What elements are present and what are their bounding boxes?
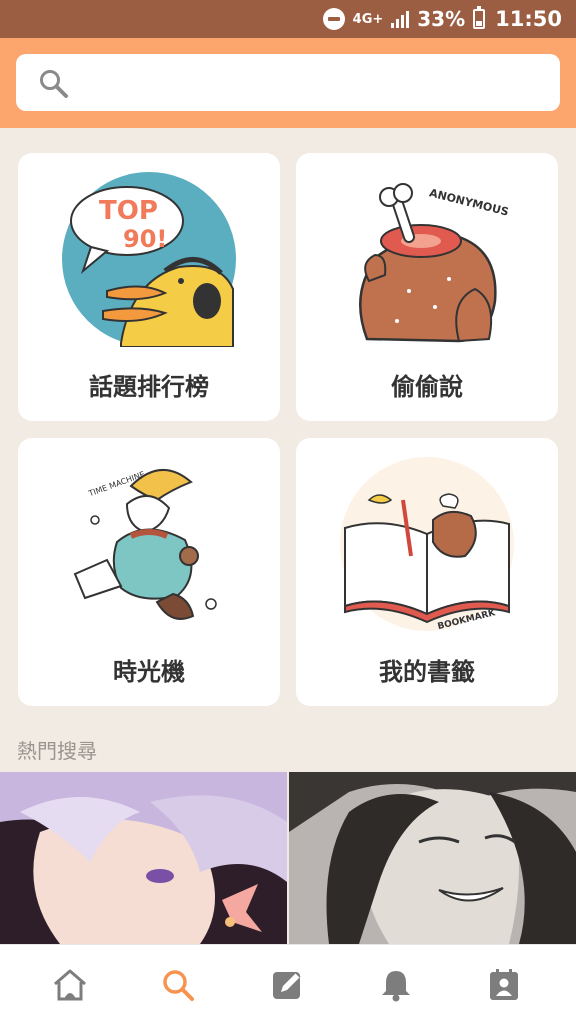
bookmark-label: 我的書籤 bbox=[379, 658, 475, 686]
battery-percent: 33% bbox=[417, 7, 466, 31]
ninety-text: 90! bbox=[123, 225, 167, 253]
search-box[interactable] bbox=[16, 54, 560, 111]
top-text: TOP bbox=[99, 196, 158, 226]
search-icon[interactable] bbox=[160, 967, 196, 1003]
anonymous-meat-illustration: ANONYMOUS bbox=[359, 183, 510, 343]
hot-search-title: 熱門搜尋 bbox=[17, 739, 97, 763]
search-input[interactable] bbox=[86, 64, 546, 101]
anonymous-sticker-text: ANONYMOUS bbox=[428, 186, 510, 218]
anonymous-label: 偷偷說 bbox=[391, 373, 463, 401]
anonymous-card[interactable]: ANONYMOUS 偷偷說 bbox=[296, 153, 558, 421]
signal-icon bbox=[391, 10, 410, 28]
home-icon[interactable] bbox=[52, 967, 88, 1003]
status-bar: 4G+ 33% 11:50 bbox=[0, 0, 576, 38]
network-type: 4G+ bbox=[352, 11, 384, 27]
hot-search-item-anime[interactable] bbox=[0, 772, 287, 944]
time-machine-card[interactable]: TIME MACHINE 時光機 bbox=[18, 438, 280, 706]
topic-ranking-label: 話題排行榜 bbox=[89, 373, 209, 401]
battery-icon bbox=[473, 6, 486, 29]
do-not-disturb-icon bbox=[322, 8, 345, 30]
hot-search-item-portrait[interactable] bbox=[289, 772, 576, 944]
profile-icon[interactable] bbox=[486, 967, 522, 1003]
portrait-character-thumbnail bbox=[289, 772, 576, 944]
search-header bbox=[0, 38, 576, 128]
edit-icon[interactable] bbox=[270, 967, 306, 1003]
bell-icon[interactable] bbox=[378, 967, 414, 1003]
bookmark-book-illustration: BOOKMARK bbox=[340, 457, 514, 632]
bookmark-card[interactable]: BOOKMARK 我的書籤 bbox=[296, 438, 558, 706]
hot-search-strip bbox=[0, 772, 576, 944]
clock: 11:50 bbox=[495, 7, 562, 31]
topic-ranking-card[interactable]: TOP 90! 話題排行榜 bbox=[18, 153, 280, 421]
bottom-nav bbox=[0, 944, 576, 1024]
search-icon bbox=[40, 70, 68, 98]
anime-character-thumbnail bbox=[0, 772, 287, 944]
top-duck-illustration: TOP 90! bbox=[62, 172, 236, 347]
time-machine-illustration: TIME MACHINE bbox=[62, 457, 236, 631]
time-machine-label: 時光機 bbox=[113, 658, 185, 686]
